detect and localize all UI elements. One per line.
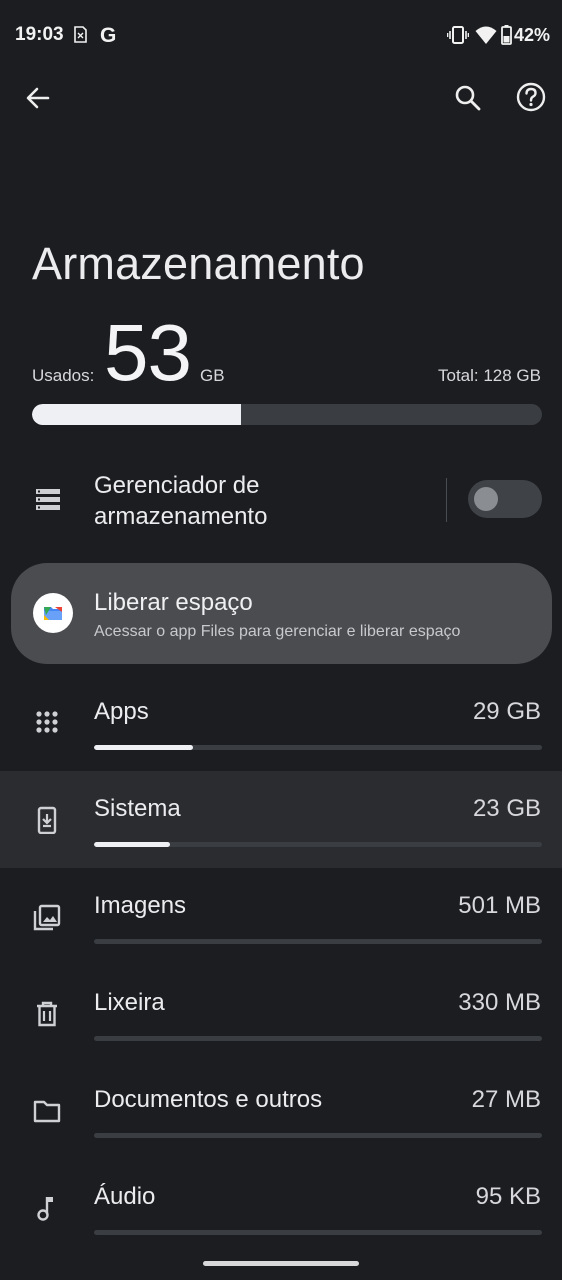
category-row-trash[interactable]: Lixeira 330 MB bbox=[0, 965, 562, 1062]
status-time: 19:03 bbox=[15, 24, 64, 45]
category-label: Lixeira bbox=[94, 989, 165, 1016]
category-usage-bar-fill bbox=[94, 745, 193, 750]
images-icon bbox=[33, 904, 61, 931]
gesture-nav-handle[interactable] bbox=[203, 1261, 359, 1266]
category-row-audio[interactable]: Áudio 95 KB bbox=[0, 1159, 562, 1256]
category-usage-bar bbox=[94, 939, 542, 944]
category-usage-bar bbox=[94, 1230, 542, 1235]
storage-manager-icon bbox=[36, 489, 60, 510]
storage-usage-bar bbox=[32, 404, 542, 425]
battery-percent: 42% bbox=[514, 25, 551, 45]
search-icon[interactable] bbox=[452, 82, 484, 114]
music-note-icon bbox=[37, 1197, 53, 1221]
category-label: Áudio bbox=[94, 1183, 156, 1210]
category-label: Apps bbox=[94, 698, 149, 725]
divider bbox=[446, 478, 447, 522]
free-up-title: Liberar espaço bbox=[94, 589, 253, 616]
category-row-system[interactable]: Sistema 23 GB bbox=[0, 771, 562, 868]
category-size: 330 MB bbox=[458, 989, 541, 1016]
category-label: Imagens bbox=[94, 892, 187, 919]
category-row-apps[interactable]: Apps 29 GB bbox=[0, 674, 562, 771]
category-size: 95 KB bbox=[475, 1183, 541, 1210]
category-usage-bar bbox=[94, 745, 542, 750]
category-row-images[interactable]: Imagens 501 MB bbox=[0, 868, 562, 965]
category-size: 501 MB bbox=[458, 892, 541, 919]
storage-screen: 19:03 G 42% Armazenamento Usados: 53 GB … bbox=[0, 0, 562, 1280]
storage-usage-bar-fill bbox=[32, 404, 242, 425]
category-row-documents[interactable]: Documentos e outros 27 MB bbox=[0, 1062, 562, 1159]
category-size: 27 MB bbox=[471, 1086, 541, 1113]
system-phone-icon bbox=[37, 806, 57, 834]
status-bar: 19:03 G 42% bbox=[0, 0, 562, 70]
category-usage-bar bbox=[94, 1133, 542, 1138]
used-value: 53 bbox=[104, 308, 192, 397]
used-unit: GB bbox=[200, 366, 225, 385]
wifi-icon bbox=[475, 26, 497, 44]
category-label: Documentos e outros bbox=[94, 1086, 323, 1113]
free-up-subtitle: Acessar o app Files para gerenciar e lib… bbox=[94, 623, 461, 640]
total-storage-label: Total: 128 GB bbox=[437, 366, 541, 385]
vibrate-icon bbox=[447, 26, 469, 44]
category-size: 23 GB bbox=[472, 795, 541, 822]
category-usage-bar bbox=[94, 1036, 542, 1041]
category-usage-bar bbox=[94, 842, 542, 847]
category-label: Sistema bbox=[94, 795, 181, 822]
used-label: Usados: bbox=[32, 366, 95, 385]
storage-manager-row[interactable]: Gerenciador de armazenamento bbox=[0, 462, 562, 540]
storage-manager-toggle[interactable] bbox=[468, 480, 542, 518]
google-icon: G bbox=[100, 24, 117, 47]
storage-manager-label: Gerenciador de armazenamento bbox=[94, 472, 268, 530]
folder-icon bbox=[33, 1100, 61, 1123]
help-icon[interactable] bbox=[514, 80, 548, 114]
apps-grid-icon bbox=[36, 711, 58, 733]
free-up-space-card[interactable]: Liberar espaço Acessar o app Files para … bbox=[11, 563, 552, 664]
toggle-knob bbox=[474, 487, 498, 511]
files-app-icon bbox=[33, 593, 73, 633]
battery-icon bbox=[501, 25, 512, 45]
page-title: Armazenamento bbox=[32, 238, 365, 290]
category-size: 29 GB bbox=[472, 698, 541, 725]
back-arrow-icon[interactable] bbox=[22, 82, 54, 114]
category-usage-bar-fill bbox=[94, 842, 171, 847]
sim-card-icon bbox=[74, 26, 87, 43]
trash-icon bbox=[37, 1001, 57, 1027]
